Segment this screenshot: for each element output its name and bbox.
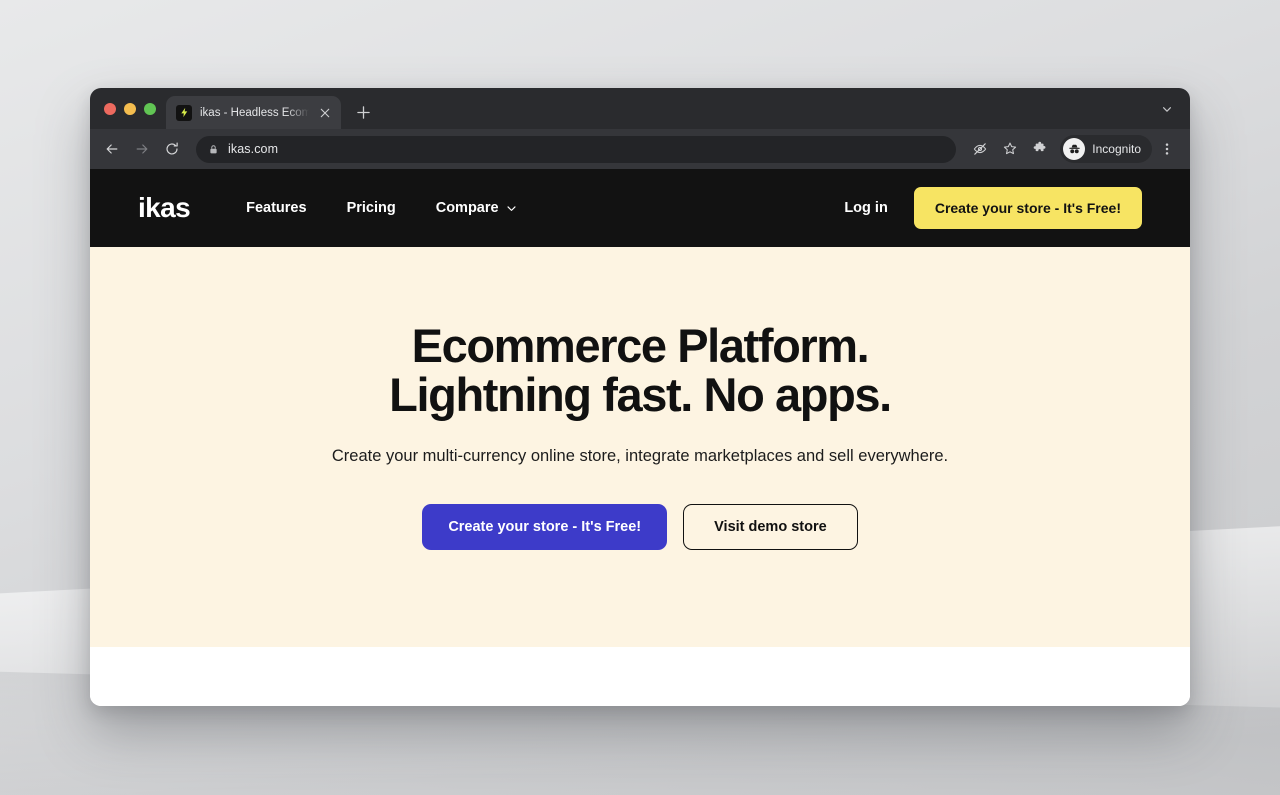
header-create-store-button[interactable]: Create your store - It's Free!	[913, 187, 1142, 229]
more-vertical-icon[interactable]	[1154, 135, 1180, 163]
close-icon[interactable]	[317, 105, 333, 121]
nav-item-compare-label: Compare	[435, 200, 499, 216]
nav-item-pricing-label: Pricing	[346, 200, 396, 216]
toolbar-actions: Incognito	[966, 135, 1180, 163]
star-icon[interactable]	[996, 135, 1024, 163]
incognito-icon	[1063, 138, 1086, 160]
site-logo[interactable]: ikas	[138, 192, 191, 224]
hero-subheading: Create your multi-currency online store,…	[331, 446, 949, 465]
browser-toolbar: ikas.com Incognito	[90, 129, 1190, 169]
hero-heading-line-1: Ecommerce Platform.	[411, 319, 870, 372]
hero-heading: Ecommerce Platform. Lightning fast. No a…	[389, 319, 892, 421]
lightning-bolt-icon	[176, 104, 192, 121]
address-bar-url: ikas.com	[228, 142, 279, 156]
eye-slash-icon[interactable]	[966, 135, 994, 163]
nav-item-pricing[interactable]: Pricing	[347, 200, 396, 216]
hero-create-store-button[interactable]: Create your store - It's Free!	[422, 503, 668, 550]
arrow-left-icon[interactable]	[98, 135, 126, 163]
chevron-down-icon[interactable]	[1154, 96, 1180, 122]
browser-window: ikas - Headless Ecommerce pl	[90, 88, 1190, 706]
login-link[interactable]: Log in	[844, 200, 888, 216]
reload-icon[interactable]	[158, 135, 186, 163]
browser-tab-active[interactable]: ikas - Headless Ecommerce pl	[166, 96, 341, 129]
arrow-right-icon	[128, 135, 156, 163]
hero-actions: Create your store - It's Free! Visit dem…	[422, 503, 858, 550]
profile-label: Incognito	[1092, 142, 1141, 156]
plus-icon[interactable]	[349, 98, 377, 126]
hero-heading-line-2: Lightning fast. No apps.	[389, 367, 892, 421]
hero-section: Ecommerce Platform. Lightning fast. No a…	[90, 247, 1190, 647]
site-nav: Features Pricing Compare	[246, 200, 516, 216]
window-maximize-button[interactable]	[144, 102, 156, 115]
chevron-down-icon	[506, 203, 517, 214]
window-close-button[interactable]	[104, 102, 116, 115]
puzzle-icon[interactable]	[1026, 135, 1054, 163]
lock-icon	[208, 144, 219, 155]
window-minimize-button[interactable]	[124, 102, 136, 115]
page-below-fold	[90, 647, 1190, 706]
address-bar[interactable]: ikas.com	[196, 135, 957, 163]
page-viewport: ikas Features Pricing Compare Log in Cre…	[90, 169, 1190, 706]
site-header-actions: Log in Create your store - It's Free!	[844, 187, 1142, 229]
nav-item-features[interactable]: Features	[246, 200, 306, 216]
browser-tab-title: ikas - Headless Ecommerce pl	[200, 106, 309, 119]
nav-item-compare[interactable]: Compare	[436, 200, 517, 216]
nav-item-features-label: Features	[246, 200, 307, 216]
browser-tab-strip: ikas - Headless Ecommerce pl	[90, 88, 1190, 129]
profile-chip[interactable]: Incognito	[1060, 135, 1152, 163]
site-header: ikas Features Pricing Compare Log in Cre…	[90, 169, 1190, 247]
window-traffic-lights	[100, 88, 166, 129]
hero-visit-demo-store-button[interactable]: Visit demo store	[683, 503, 858, 550]
